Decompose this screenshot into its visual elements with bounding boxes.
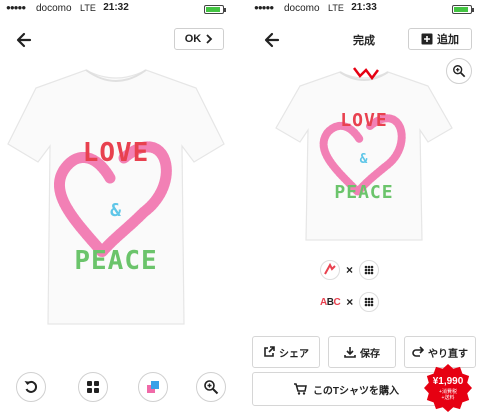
share-button[interactable]: シェア [252, 336, 320, 368]
combination-row-1: × [320, 258, 410, 282]
status-bar: ●●●●● docomo LTE 21:32 [0, 0, 232, 18]
add-button[interactable]: 追加 [408, 28, 472, 50]
layers-icon [147, 381, 159, 393]
add-button-label: 追加 [437, 34, 459, 46]
tshirt-preview[interactable]: LOVE & PEACE [274, 66, 454, 244]
times-symbol: × [346, 295, 354, 309]
save-button-label: 保存 [360, 348, 380, 360]
combination-row-2: ABC × [320, 290, 410, 314]
brand-tag-icon [353, 67, 379, 81]
buy-button-label: このTシャツを購入 [312, 385, 400, 397]
cart-icon [293, 383, 307, 395]
design-ampersand: & [359, 152, 369, 167]
times-symbol: × [346, 263, 354, 277]
ok-button[interactable]: OK [174, 28, 224, 50]
save-button[interactable]: 保存 [328, 336, 396, 368]
design-peace-text: PEACE [334, 182, 394, 203]
price-label: ¥1,990 [432, 376, 464, 387]
brush-art-icon [320, 260, 340, 280]
text-style-icon: ABC [320, 296, 341, 308]
buy-tshirt-button[interactable]: このTシャツを購入 [252, 372, 440, 406]
dot-pattern-icon [359, 260, 380, 280]
zoom-in-icon [204, 380, 219, 395]
layers-button[interactable] [138, 372, 168, 402]
nav-bar: OK [0, 26, 232, 54]
price-shipping-note: +送料 [441, 395, 455, 401]
bottom-toolbar [0, 368, 232, 408]
grid-icon [87, 381, 99, 393]
completed-screen: ●●●●● docomo LTE 21:33 完成 追加 LOVE & PEAC… [248, 0, 480, 420]
design-peace-text: PEACE [74, 246, 158, 276]
zoom-in-icon [453, 65, 466, 78]
tshirt-canvas[interactable]: LOVE & PEACE [6, 62, 226, 332]
dot-pattern-icon [359, 292, 380, 312]
design-ampersand: & [110, 200, 122, 221]
status-bar: ●●●●● docomo LTE 21:33 [248, 0, 480, 18]
add-icon [421, 33, 433, 45]
share-button-label: シェア [279, 348, 309, 360]
download-icon [344, 347, 356, 358]
undo-icon [24, 380, 38, 393]
share-icon [264, 346, 275, 357]
clock: 21:32 [103, 2, 129, 13]
zoom-in-button[interactable] [196, 372, 226, 402]
redo-button[interactable]: やり直す [404, 336, 476, 368]
battery-icon [204, 5, 226, 14]
undo-button[interactable] [16, 372, 46, 402]
redo-icon [412, 346, 424, 357]
action-row: シェア 保存 やり直す [252, 336, 476, 368]
nav-bar: 完成 追加 [248, 26, 480, 54]
back-arrow-icon[interactable] [14, 30, 34, 50]
redo-button-label: やり直す [428, 348, 468, 360]
design-love-text: LOVE [340, 110, 388, 131]
editor-screen: ●●●●● docomo LTE 21:32 OK LOVE & PEACE [0, 0, 232, 420]
design-love-text: LOVE [82, 138, 150, 168]
ok-button-label: OK [184, 33, 202, 45]
layout-button[interactable] [78, 372, 108, 402]
chevron-right-icon [206, 34, 213, 44]
battery-icon [452, 5, 474, 14]
tshirt-image [7, 69, 225, 325]
clock: 21:33 [351, 2, 377, 13]
